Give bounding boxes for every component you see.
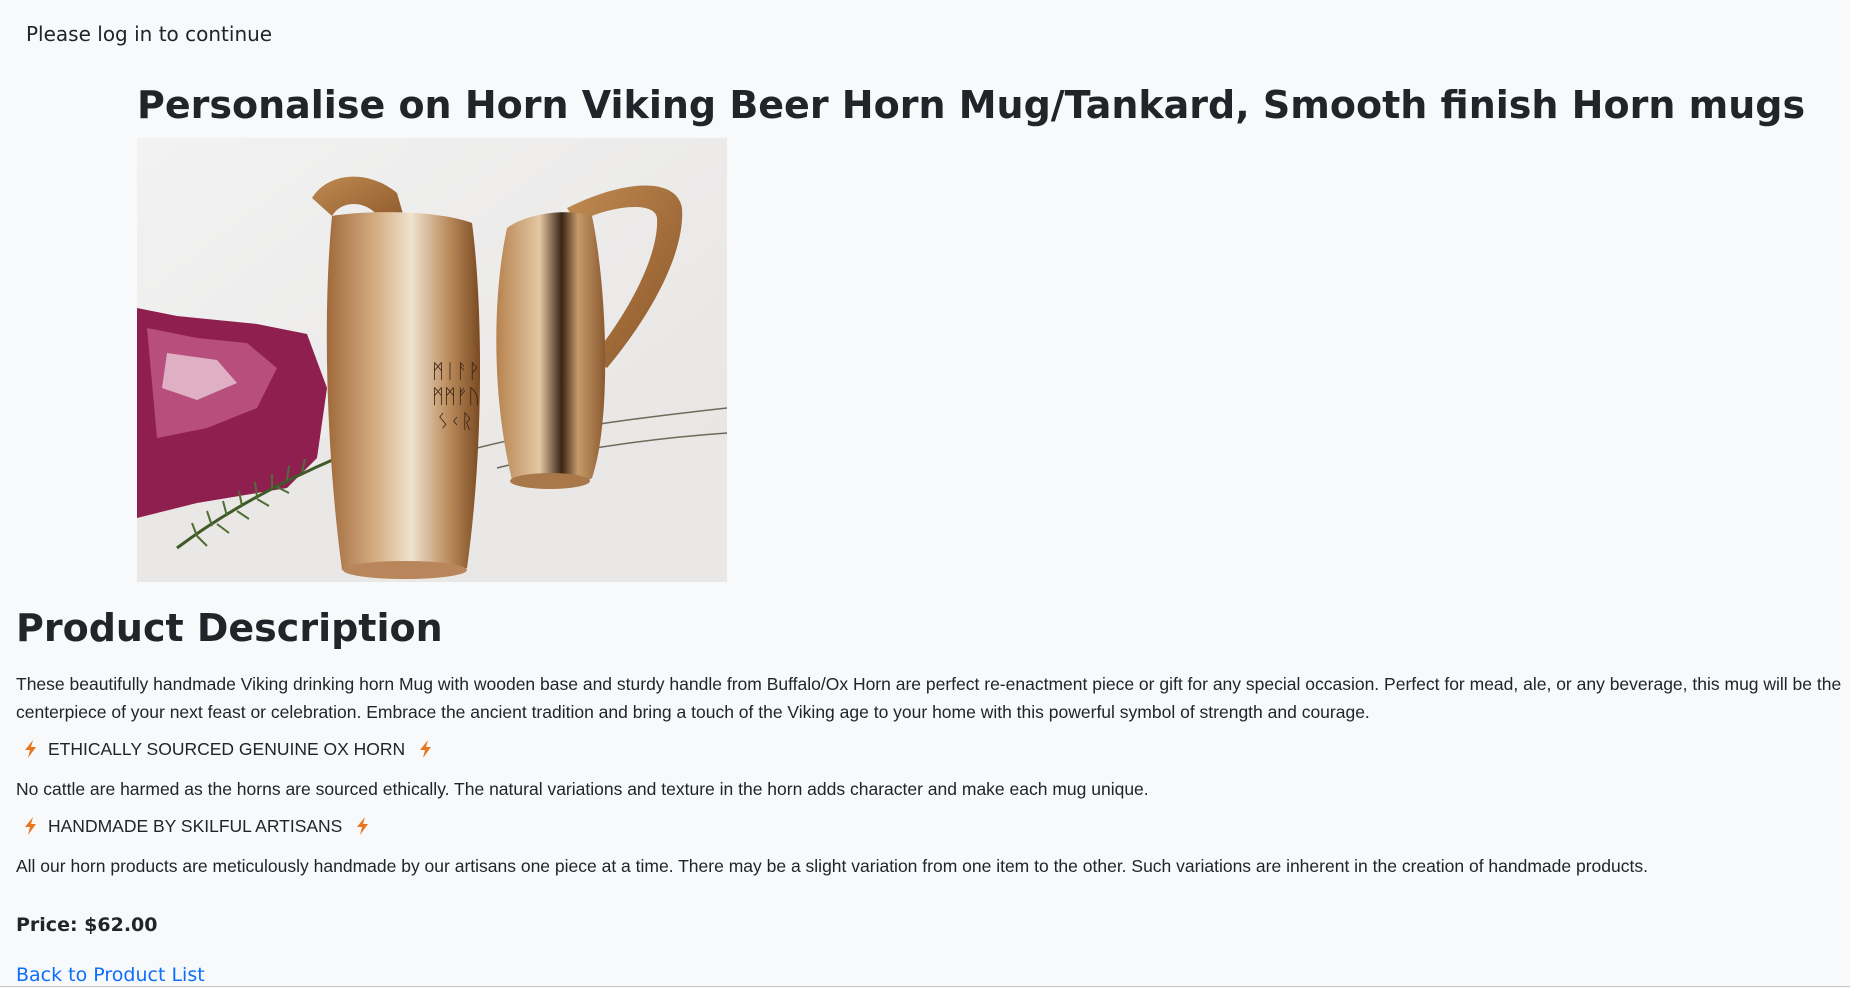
svg-text:ᛗᛗᚠᚢ: ᛗᛗᚠᚢ <box>432 384 480 408</box>
product-price: Price: $62.00 <box>16 914 158 936</box>
lightning-bolt-icon <box>20 739 42 759</box>
description-intro: These beautifully handmade Viking drinki… <box>16 674 1842 722</box>
svg-text:ᛊᚲᚱ: ᛊᚲᚱ <box>437 409 473 433</box>
product-title: Personalise on Horn Viking Beer Horn Mug… <box>137 83 1806 127</box>
product-detail-page: Please log in to continue Personalise on… <box>0 0 1850 988</box>
feature-title-handmade: HANDMADE BY SKILFUL ARTISANS <box>16 812 1846 840</box>
feature-text-ethically-sourced: No cattle are harmed as the horns are so… <box>16 779 1149 799</box>
description-heading: Product Description <box>16 606 443 650</box>
back-to-product-list-link[interactable]: Back to Product List <box>16 964 205 986</box>
lightning-bolt-icon <box>415 739 437 759</box>
feature-title-ethically-sourced: ETHICALLY SOURCED GENUINE OX HORN <box>16 735 1846 763</box>
login-prompt: Please log in to continue <box>26 22 273 46</box>
feature-title-text: HANDMADE BY SKILFUL ARTISANS <box>48 816 343 836</box>
lightning-bolt-icon <box>352 816 374 836</box>
feature-text-handmade: All our horn products are meticulously h… <box>16 856 1648 876</box>
svg-text:ᛗᛁᚨᚹ: ᛗᛁᚨᚹ <box>432 359 480 383</box>
feature-title-text: ETHICALLY SOURCED GENUINE OX HORN <box>48 739 406 759</box>
product-image: ᛗᛁᚨᚹ ᛗᛗᚠᚢ ᛊᚲᚱ <box>137 138 727 582</box>
divider <box>0 986 1850 987</box>
product-description-section: Product Description These beautifully ha… <box>16 600 1846 880</box>
lightning-bolt-icon <box>20 816 42 836</box>
